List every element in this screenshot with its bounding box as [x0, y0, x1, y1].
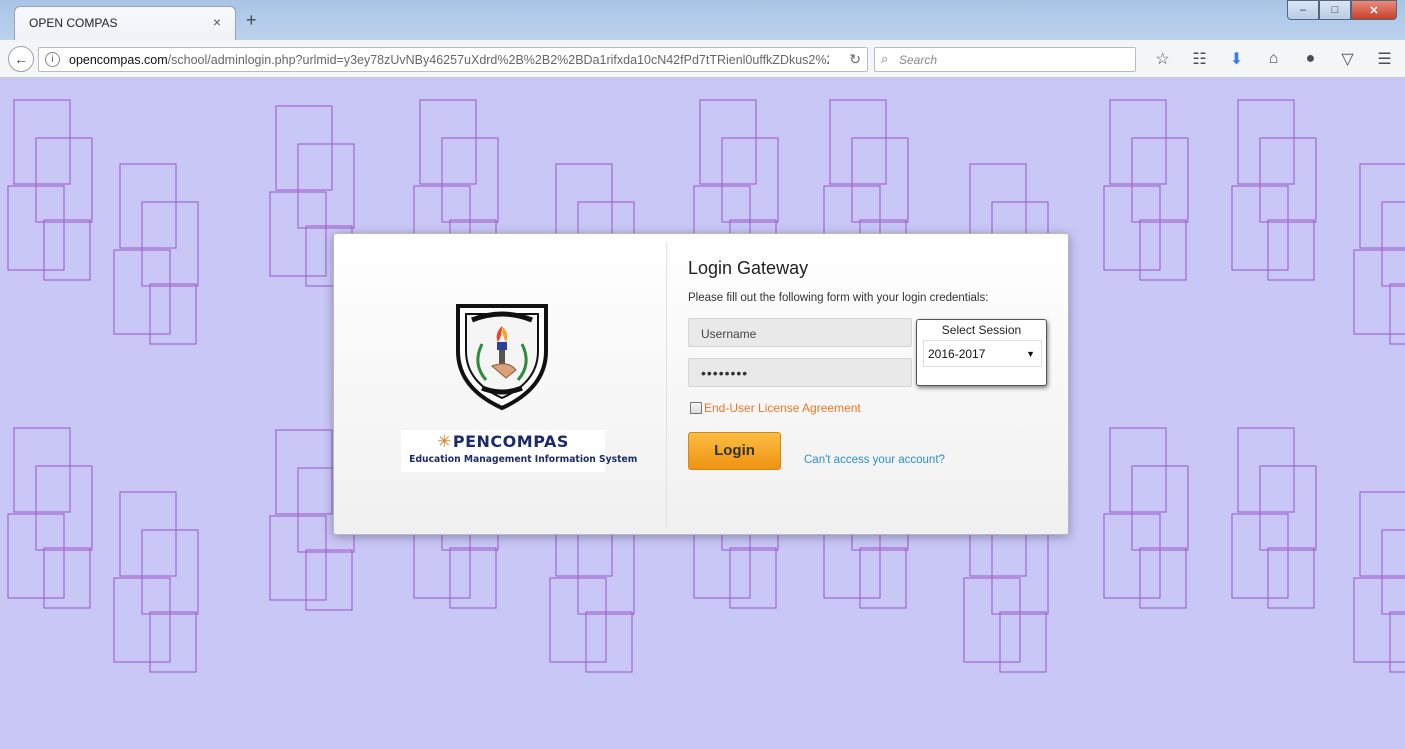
browser-navbar: ← i opencompas.com/school/adminlogin.php… — [0, 40, 1405, 78]
form-description: Please fill out the following form with … — [688, 292, 989, 304]
chevron-down-icon: ▼ — [1026, 349, 1035, 359]
panel-divider — [666, 242, 667, 528]
address-bar[interactable]: i opencompas.com/school/adminlogin.php?u… — [38, 47, 868, 72]
home-icon[interactable]: ⌂ — [1255, 48, 1292, 70]
brand-text: PENCOMPAS — [452, 432, 569, 451]
window-controls: – □ ✕ — [1287, 0, 1397, 22]
maximize-button[interactable]: □ — [1319, 0, 1351, 20]
search-icon: ⌕ — [881, 51, 889, 66]
url-domain: opencompas.com — [69, 53, 168, 67]
toolbar-icons: ☆ ☷ ⬇ ⌂ ● ▽ ☰ — [1144, 48, 1403, 70]
chat-icon[interactable]: ● — [1292, 48, 1329, 70]
session-dropdown[interactable]: 2016-2017 ▼ — [923, 340, 1042, 367]
close-tab-icon[interactable]: × — [213, 14, 221, 30]
password-field[interactable]: •••••••• — [688, 358, 912, 387]
browser-titlebar: OPEN COMPAS × + – □ ✕ — [0, 0, 1405, 40]
session-selector: Select Session 2016-2017 ▼ — [916, 319, 1047, 386]
arrow-left-icon: ← — [14, 51, 28, 67]
pocket-icon[interactable]: ▽ — [1329, 48, 1366, 70]
account-recovery-link[interactable]: Can't access your account? — [804, 454, 945, 466]
page-content: ✳PENCOMPAS Education Management Informat… — [0, 78, 1405, 749]
download-icon[interactable]: ⬇ — [1218, 48, 1255, 70]
logo-column: ✳PENCOMPAS Education Management Informat… — [334, 234, 666, 534]
login-panel: ✳PENCOMPAS Education Management Informat… — [333, 233, 1069, 535]
school-crest-logo — [456, 304, 548, 411]
browser-tab[interactable]: OPEN COMPAS × — [14, 6, 236, 40]
login-button[interactable]: Login — [688, 432, 781, 470]
back-button[interactable]: ← — [8, 46, 34, 72]
search-bar[interactable]: ⌕ Search — [874, 47, 1136, 72]
eula-link[interactable]: End-User License Agreement — [704, 401, 861, 415]
bookmarks-list-icon[interactable]: ☷ — [1181, 48, 1218, 70]
star-icon[interactable]: ☆ — [1144, 48, 1181, 70]
product-logo: ✳PENCOMPAS Education Management Informat… — [401, 430, 638, 472]
new-tab-button[interactable]: + — [246, 10, 257, 31]
close-window-button[interactable]: ✕ — [1351, 0, 1397, 20]
search-placeholder: Search — [899, 53, 938, 67]
session-selected-value: 2016-2017 — [928, 347, 986, 361]
url-path: /school/adminlogin.php?urlmid=y3ey78zUvN… — [167, 53, 829, 67]
brand-tagline: Education Management Information System — [409, 454, 638, 465]
hamburger-menu-icon[interactable]: ☰ — [1366, 48, 1403, 70]
url-text[interactable]: opencompas.com/school/adminlogin.php?url… — [69, 53, 829, 67]
eula-checkbox[interactable] — [690, 402, 702, 414]
reload-icon[interactable]: ↻ — [849, 51, 861, 68]
form-title: Login Gateway — [688, 258, 809, 278]
tab-title: OPEN COMPAS — [29, 16, 118, 30]
session-label: Select Session — [941, 323, 1022, 337]
compass-star-icon: ✳ — [437, 432, 452, 452]
username-field[interactable]: Username — [688, 318, 912, 347]
minimize-button[interactable]: – — [1287, 0, 1319, 20]
info-icon[interactable]: i — [45, 52, 60, 67]
brand-name: ✳PENCOMPAS — [401, 432, 605, 452]
